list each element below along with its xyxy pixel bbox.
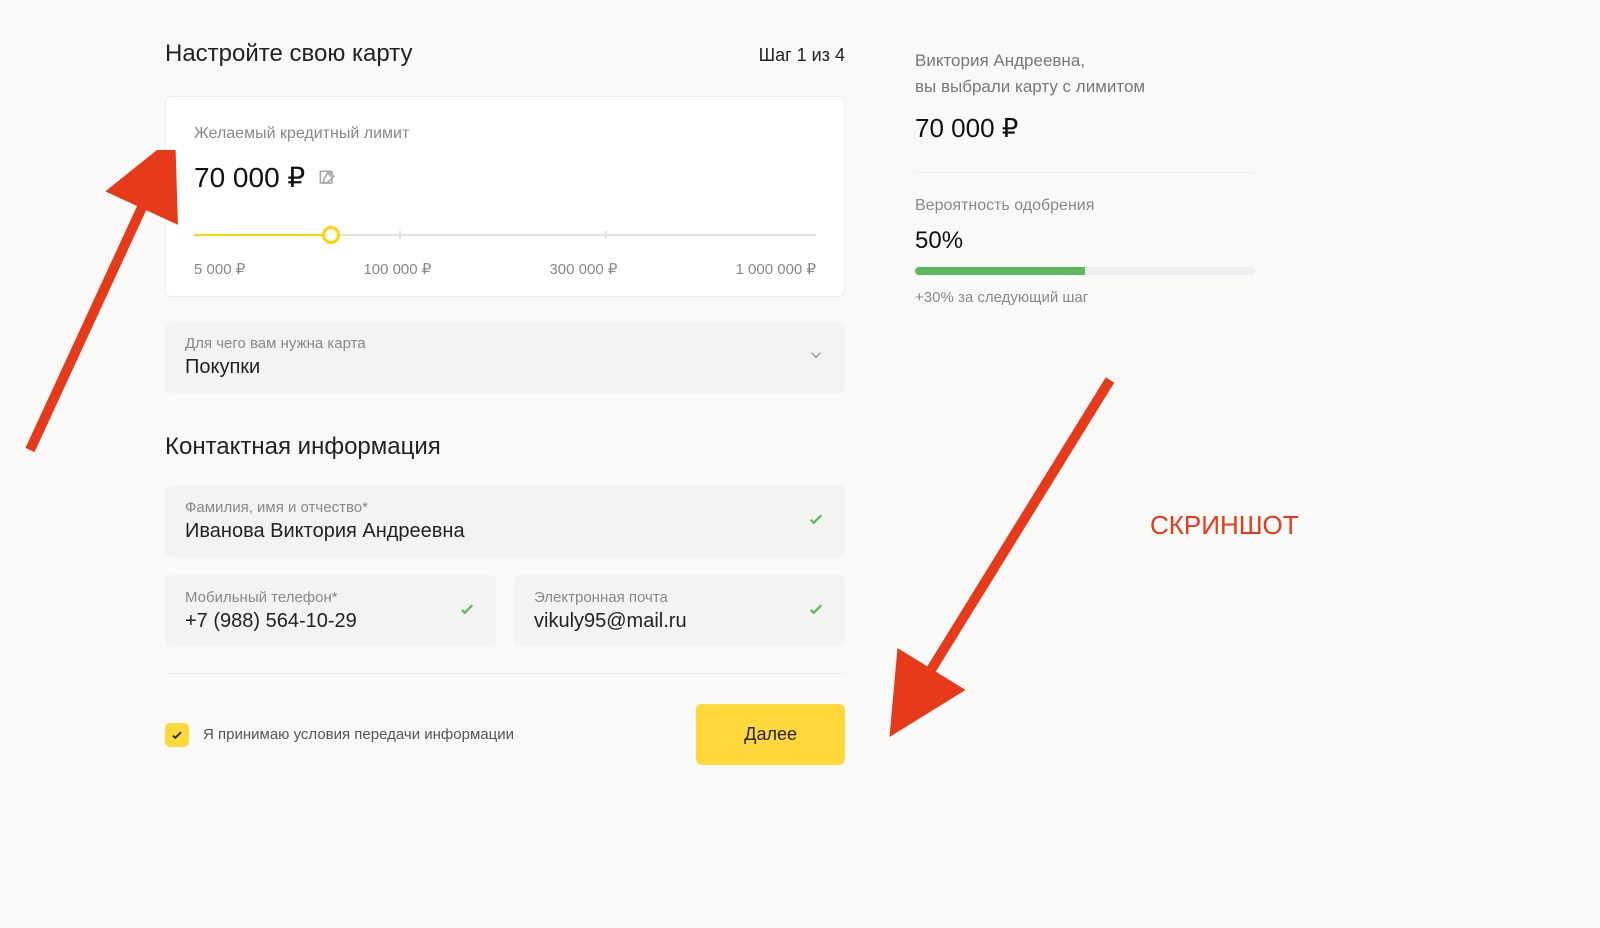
email-value: vikuly95@mail.ru: [534, 610, 687, 633]
check-icon: [807, 510, 825, 533]
fullname-value: Иванова Виктория Андреевна: [185, 520, 465, 543]
next-button[interactable]: Далее: [696, 704, 845, 765]
sidebar-greeting: Виктория Андреевна,: [915, 48, 1255, 74]
consent-text[interactable]: Я принимаю условия передачи информации: [203, 726, 514, 743]
edit-icon[interactable]: [317, 168, 337, 188]
summary-sidebar: Виктория Андреевна, вы выбрали карту с л…: [915, 40, 1255, 765]
credit-limit-value: 70 000 ₽: [194, 161, 305, 194]
credit-limit-card: Желаемый кредитный лимит 70 000 ₽: [165, 96, 845, 297]
check-icon: [458, 600, 476, 623]
phone-value: +7 (988) 564-10-29: [185, 610, 357, 633]
contact-section-title: Контактная информация: [165, 433, 845, 461]
slider-scale-labels: 5 000 ₽ 100 000 ₽ 300 000 ₽ 1 000 000 ₽: [194, 260, 816, 278]
email-label: Электронная почта: [534, 589, 687, 606]
card-purpose-value: Покупки: [185, 356, 366, 379]
credit-limit-label: Желаемый кредитный лимит: [194, 125, 816, 143]
approval-progress-bar: [915, 267, 1255, 275]
check-icon: [807, 600, 825, 623]
approval-percent: 50%: [915, 227, 1255, 255]
approval-label: Вероятность одобрения: [915, 197, 1255, 215]
credit-limit-slider[interactable]: [194, 222, 816, 252]
email-field[interactable]: Электронная почта vikuly95@mail.ru: [514, 575, 845, 647]
phone-field[interactable]: Мобильный телефон* +7 (988) 564-10-29: [165, 575, 496, 647]
consent-checkbox[interactable]: [165, 723, 189, 747]
card-purpose-label: Для чего вам нужна карта: [185, 335, 366, 352]
fullname-field[interactable]: Фамилия, имя и отчество* Иванова Виктори…: [165, 485, 845, 557]
card-purpose-select[interactable]: Для чего вам нужна карта Покупки: [165, 321, 845, 393]
step-indicator: Шаг 1 из 4: [759, 45, 845, 66]
chevron-down-icon: [807, 346, 825, 369]
fullname-label: Фамилия, имя и отчество*: [185, 499, 465, 516]
slider-thumb[interactable]: [322, 226, 340, 244]
approval-bonus-note: +30% за следующий шаг: [915, 289, 1255, 306]
sidebar-amount: 70 000 ₽: [915, 113, 1255, 144]
divider: [915, 172, 1255, 173]
sidebar-subgreeting: вы выбрали карту с лимитом: [915, 74, 1255, 100]
page-title: Настройте свою карту: [165, 40, 412, 68]
approval-progress-fill: [915, 267, 1085, 275]
phone-label: Мобильный телефон*: [185, 589, 357, 606]
divider: [165, 673, 845, 674]
